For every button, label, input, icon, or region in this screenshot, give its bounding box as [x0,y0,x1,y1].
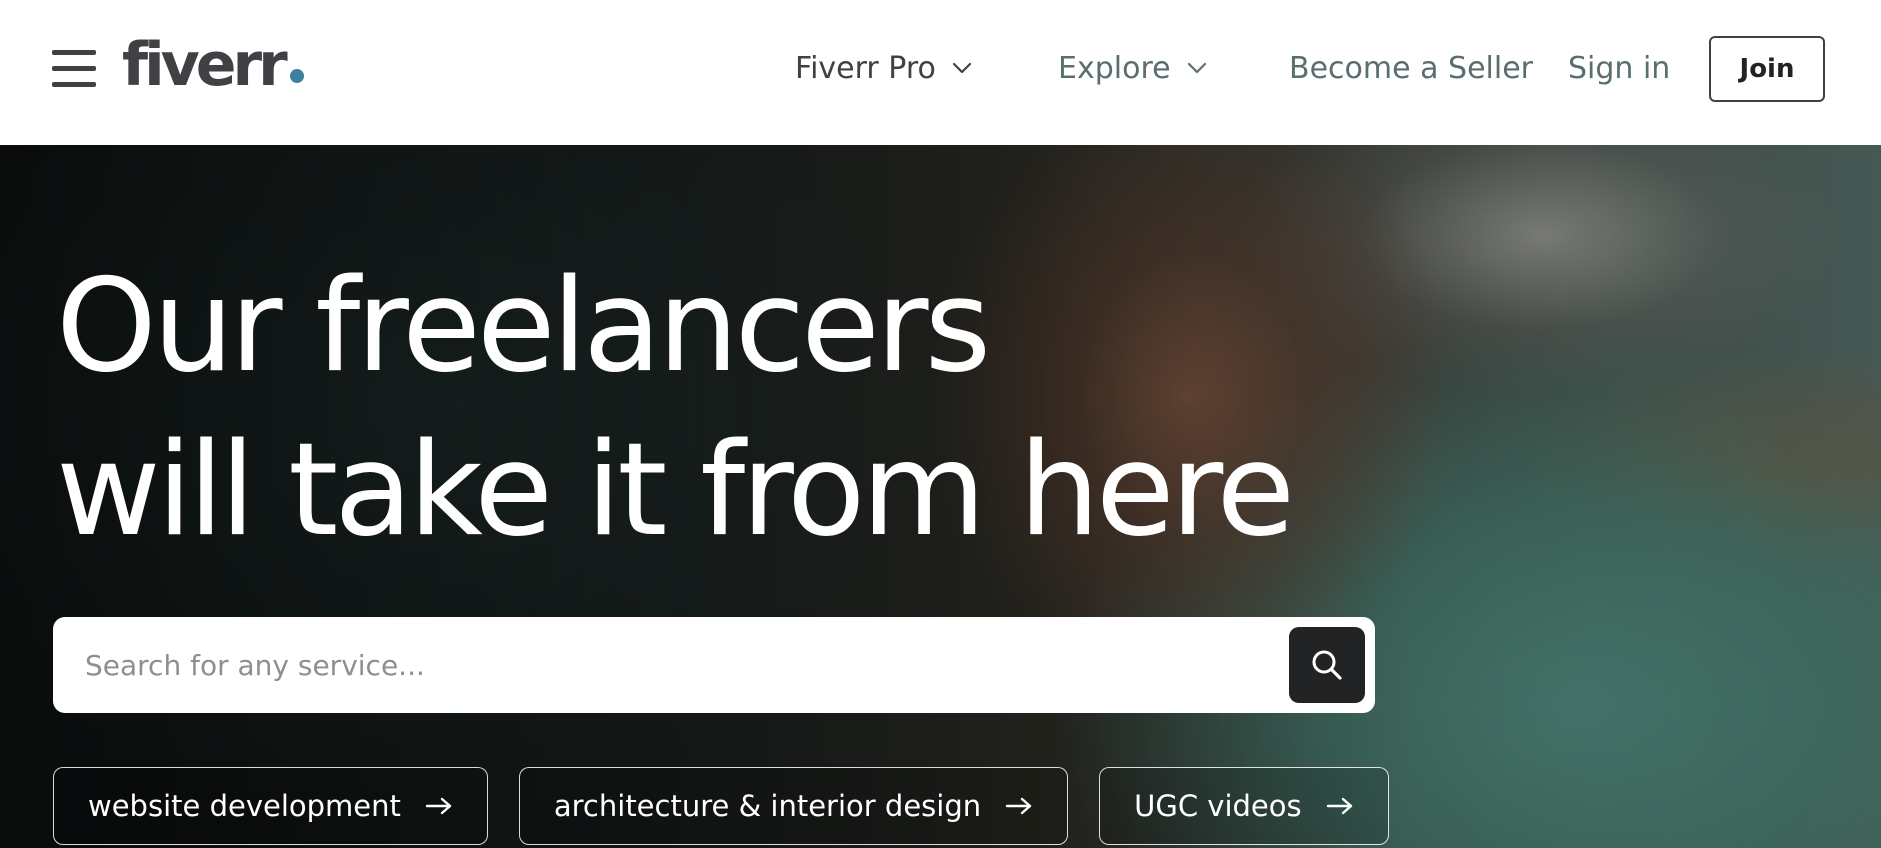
search-input[interactable] [83,635,1283,695]
fiverr-logo[interactable]: fiverr [122,30,304,100]
nav-fiverr-pro[interactable]: Fiverr Pro [795,40,974,96]
chip-label: architecture & interior design [553,789,982,823]
chip-label: UGC videos [1134,789,1302,823]
nav-explore-label: Explore [1058,50,1171,86]
nav-fiverr-pro-label: Fiverr Pro [795,50,936,86]
chip-website-development[interactable]: website development [53,767,488,845]
arrow-right-icon [1326,797,1352,815]
hero-section: Our freelancers will take it from here w… [0,145,1881,848]
hero-headline: Our freelancers will take it from here [56,245,1295,573]
join-button[interactable]: Join [1709,36,1825,102]
logo-text: fiverr [122,30,288,100]
nav-become-seller-label: Become a Seller [1289,50,1533,86]
nav-sign-in[interactable]: Sign in [1568,40,1670,96]
nav-sign-in-label: Sign in [1568,50,1671,86]
chip-architecture-interior-design[interactable]: architecture & interior design [518,767,1069,845]
hamburger-menu-icon[interactable] [52,50,96,88]
chevron-down-icon [1187,62,1206,74]
arrow-right-icon [1005,797,1032,815]
popular-searches: website development architecture & inter… [53,767,1389,845]
nav-explore[interactable]: Explore [1058,40,1209,96]
search-bar [53,617,1375,713]
chip-label: website development [88,789,401,823]
logo-dot [289,69,304,83]
hero-headline-line-2: will take it from here [56,416,1295,565]
search-button[interactable] [1289,627,1365,703]
chip-ugc-videos[interactable]: UGC videos [1099,767,1389,845]
chevron-down-icon [952,62,971,74]
search-icon [1312,650,1342,680]
nav-become-seller[interactable]: Become a Seller [1289,40,1533,96]
arrow-right-icon [425,797,452,815]
hero-headline-line-1: Our freelancers [56,252,991,401]
site-header: fiverr Fiverr Pro Explore Become a Selle… [0,0,1881,145]
